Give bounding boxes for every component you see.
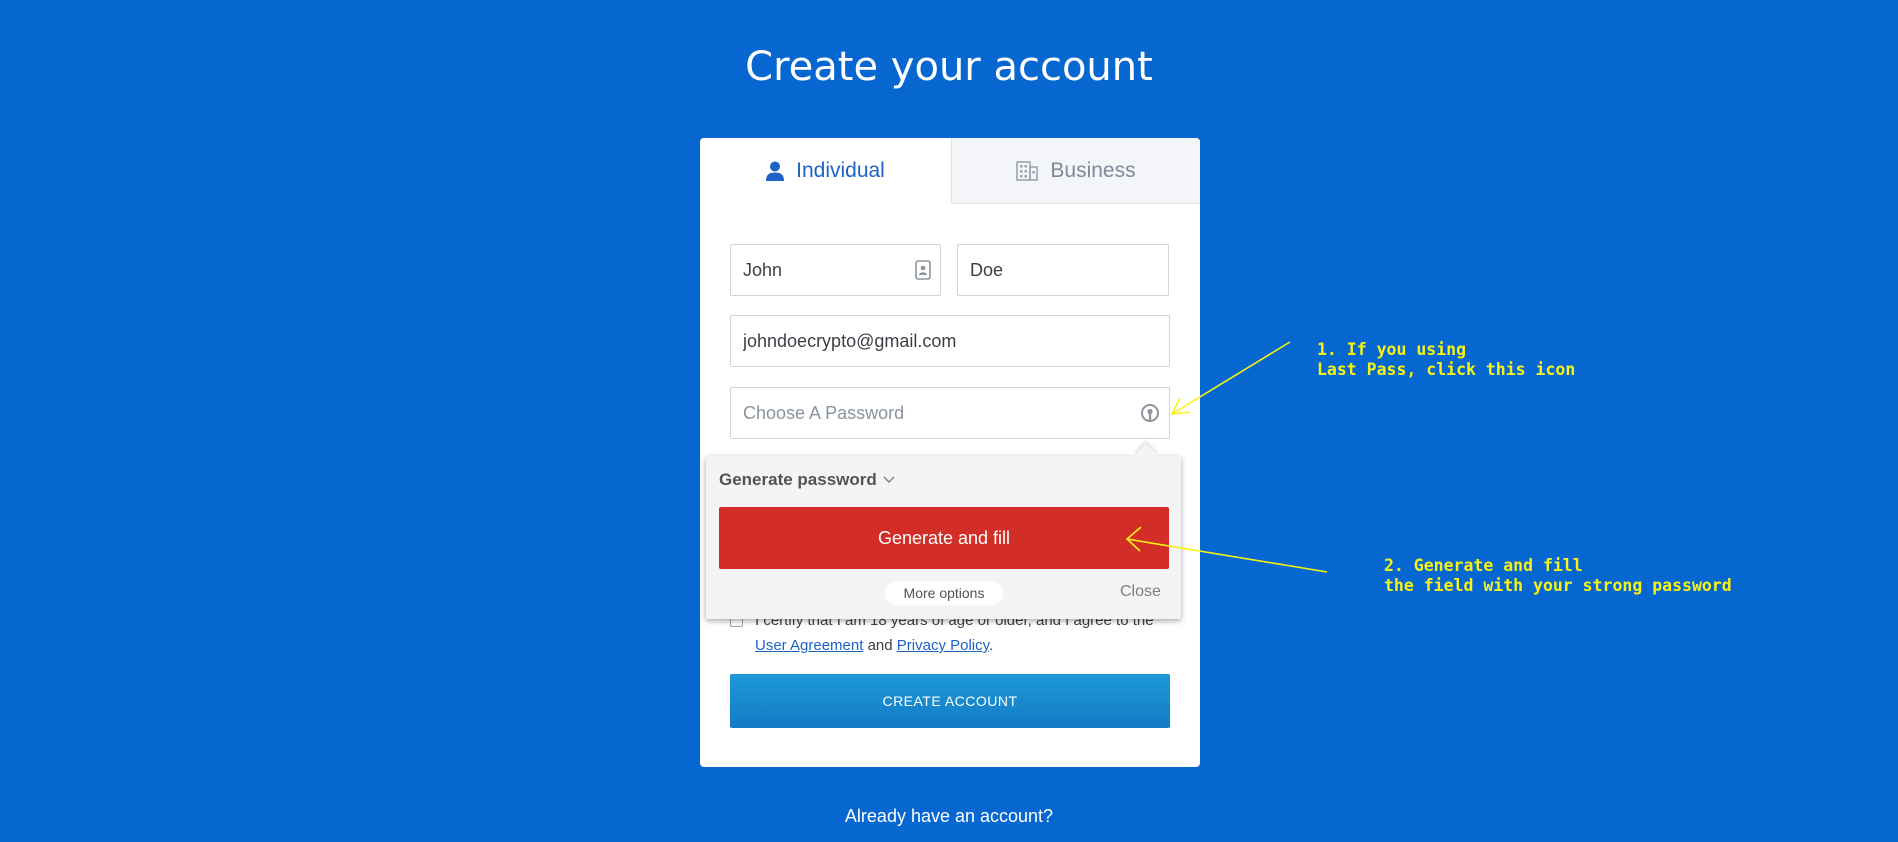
tab-individual[interactable]: Individual bbox=[700, 138, 951, 204]
close-popup-button[interactable]: Close bbox=[1120, 583, 1161, 601]
person-icon bbox=[766, 161, 785, 181]
lastpass-popup: Generate password Generate and fill More… bbox=[706, 443, 1181, 619]
contact-card-icon[interactable] bbox=[915, 260, 931, 280]
tab-business[interactable]: Business bbox=[951, 138, 1200, 204]
tab-individual-label: Individual bbox=[796, 159, 885, 182]
signup-card: Individual Business John Doe johndoecryp… bbox=[700, 138, 1200, 767]
page-title: Create your account bbox=[745, 44, 1153, 90]
agreement-period: . bbox=[989, 637, 994, 654]
first-name-field bbox=[730, 244, 941, 296]
create-account-button[interactable]: CREATE ACCOUNT bbox=[730, 674, 1170, 728]
more-options-button[interactable]: More options bbox=[885, 581, 1003, 605]
last-name-input[interactable] bbox=[958, 245, 1168, 295]
user-agreement-link[interactable]: User Agreement bbox=[755, 637, 863, 654]
annotation-note-1: 1. If you using Last Pass, click this ic… bbox=[1317, 340, 1576, 379]
lastpass-icon[interactable] bbox=[1140, 403, 1160, 425]
first-name-input[interactable] bbox=[731, 245, 940, 295]
account-type-tabs: Individual Business bbox=[700, 138, 1200, 204]
email-field bbox=[730, 315, 1170, 367]
tab-business-label: Business bbox=[1050, 158, 1136, 182]
last-name-field bbox=[957, 244, 1169, 296]
chevron-down-icon bbox=[883, 476, 895, 484]
generate-and-fill-button[interactable]: Generate and fill bbox=[719, 507, 1169, 569]
annotation-note-2: 2. Generate and fill the field with your… bbox=[1384, 556, 1732, 595]
building-icon bbox=[1016, 160, 1039, 181]
already-have-account-link[interactable]: Already have an account? bbox=[0, 806, 1898, 827]
password-input[interactable] bbox=[731, 388, 1169, 438]
generate-password-label: Generate password bbox=[719, 470, 877, 489]
email-input[interactable] bbox=[731, 316, 1169, 366]
password-field bbox=[730, 387, 1170, 439]
agreement-and: and bbox=[867, 637, 893, 654]
privacy-policy-link[interactable]: Privacy Policy bbox=[897, 637, 989, 654]
generate-password-dropdown[interactable]: Generate password bbox=[719, 470, 895, 490]
